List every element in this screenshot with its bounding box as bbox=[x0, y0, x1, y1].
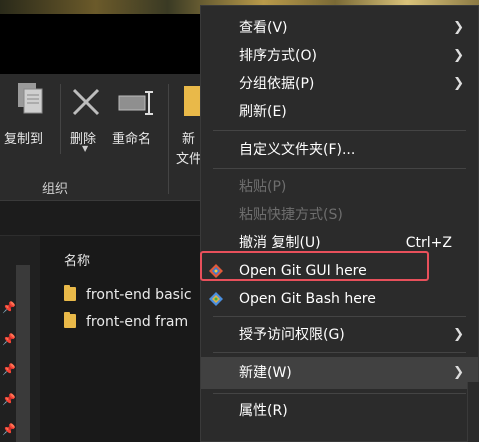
submenu-edge bbox=[467, 382, 479, 442]
menu-item-sort-by[interactable]: 排序方式(O) ❯ bbox=[201, 42, 478, 70]
pin-icon: 📌 bbox=[2, 423, 16, 436]
rename-label: 重命名 bbox=[112, 132, 152, 147]
menu-item-label: Open Git Bash here bbox=[239, 291, 376, 307]
menu-item-give-access[interactable]: 授予访问权限(G) ❯ bbox=[201, 321, 478, 349]
pin-icon: 📌 bbox=[2, 363, 16, 376]
git-bash-icon bbox=[209, 292, 223, 306]
list-item[interactable]: front-end basic bbox=[64, 285, 192, 309]
menu-item-label: 排序方式(O) bbox=[239, 48, 317, 64]
new-label-bottom: 文件 bbox=[176, 152, 200, 167]
chevron-right-icon: ❯ bbox=[453, 327, 464, 342]
chevron-right-icon: ❯ bbox=[453, 365, 464, 380]
chevron-right-icon: ❯ bbox=[453, 20, 464, 35]
rename-icon bbox=[118, 91, 153, 115]
menu-item-label: 粘贴快捷方式(S) bbox=[239, 207, 343, 223]
chevron-right-icon: ❯ bbox=[453, 48, 464, 63]
delete-x-icon bbox=[72, 88, 100, 116]
menu-item-view[interactable]: 查看(V) ❯ bbox=[201, 14, 478, 42]
menu-item-label: 属性(R) bbox=[239, 403, 288, 419]
menu-item-label: 分组依据(P) bbox=[239, 76, 315, 92]
organize-group-label: 组织 bbox=[42, 182, 69, 197]
pin-icon: 📌 bbox=[2, 333, 16, 346]
list-item[interactable]: front-end fram bbox=[64, 312, 189, 336]
file-name: front-end basic bbox=[86, 287, 192, 303]
menu-item-label: 自定义文件夹(F)... bbox=[239, 142, 356, 158]
menu-item-label: 查看(V) bbox=[239, 20, 288, 36]
menu-item-refresh[interactable]: 刷新(E) bbox=[201, 98, 478, 126]
folder-icon bbox=[64, 285, 76, 301]
rename-button[interactable]: 重命名 bbox=[112, 80, 162, 160]
menu-item-open-git-bash[interactable]: Open Git Bash here bbox=[201, 285, 478, 313]
menu-divider bbox=[213, 130, 466, 131]
ribbon-divider bbox=[168, 84, 169, 194]
menu-item-new[interactable]: 新建(W) ❯ bbox=[201, 357, 478, 389]
menu-divider bbox=[213, 168, 466, 169]
delete-button[interactable]: 删除 ▼ bbox=[66, 80, 106, 160]
annotation-highlight-box bbox=[200, 251, 429, 281]
folder-icon bbox=[64, 312, 76, 328]
column-header-name[interactable]: 名称 bbox=[64, 250, 90, 269]
ribbon-divider bbox=[60, 84, 61, 154]
new-folder-button[interactable]: 新 文件 bbox=[176, 80, 200, 170]
menu-divider bbox=[213, 352, 466, 353]
copy-to-label: 复制到 bbox=[4, 132, 44, 147]
nav-scrollbar[interactable] bbox=[16, 265, 30, 442]
menu-item-paste-shortcut: 粘贴快捷方式(S) bbox=[201, 201, 478, 229]
menu-item-paste: 粘贴(P) bbox=[201, 173, 478, 201]
chevron-down-icon: ▼ bbox=[82, 144, 89, 153]
menu-item-label: 新建(W) bbox=[239, 365, 292, 381]
pin-icon: 📌 bbox=[2, 393, 16, 406]
copy-to-button[interactable]: 复制到 bbox=[4, 80, 56, 160]
menu-item-label: 粘贴(P) bbox=[239, 179, 287, 195]
menu-item-label: 授予访问权限(G) bbox=[239, 327, 345, 343]
menu-item-customize-folder[interactable]: 自定义文件夹(F)... bbox=[201, 136, 478, 164]
menu-divider bbox=[213, 393, 466, 394]
pin-icon: 📌 bbox=[2, 301, 16, 314]
menu-item-properties[interactable]: 属性(R) bbox=[201, 397, 478, 425]
copy-to-icon bbox=[18, 83, 43, 114]
file-name: front-end fram bbox=[86, 314, 189, 330]
menu-item-label: 刷新(E) bbox=[239, 104, 287, 120]
new-label-top: 新 bbox=[182, 132, 196, 147]
menu-divider bbox=[213, 316, 466, 317]
chevron-right-icon: ❯ bbox=[453, 76, 464, 91]
folder-icon bbox=[184, 86, 200, 116]
menu-item-group-by[interactable]: 分组依据(P) ❯ bbox=[201, 70, 478, 98]
context-menu: 查看(V) ❯ 排序方式(O) ❯ 分组依据(P) ❯ 刷新(E) 自定义文件夹… bbox=[200, 5, 479, 442]
